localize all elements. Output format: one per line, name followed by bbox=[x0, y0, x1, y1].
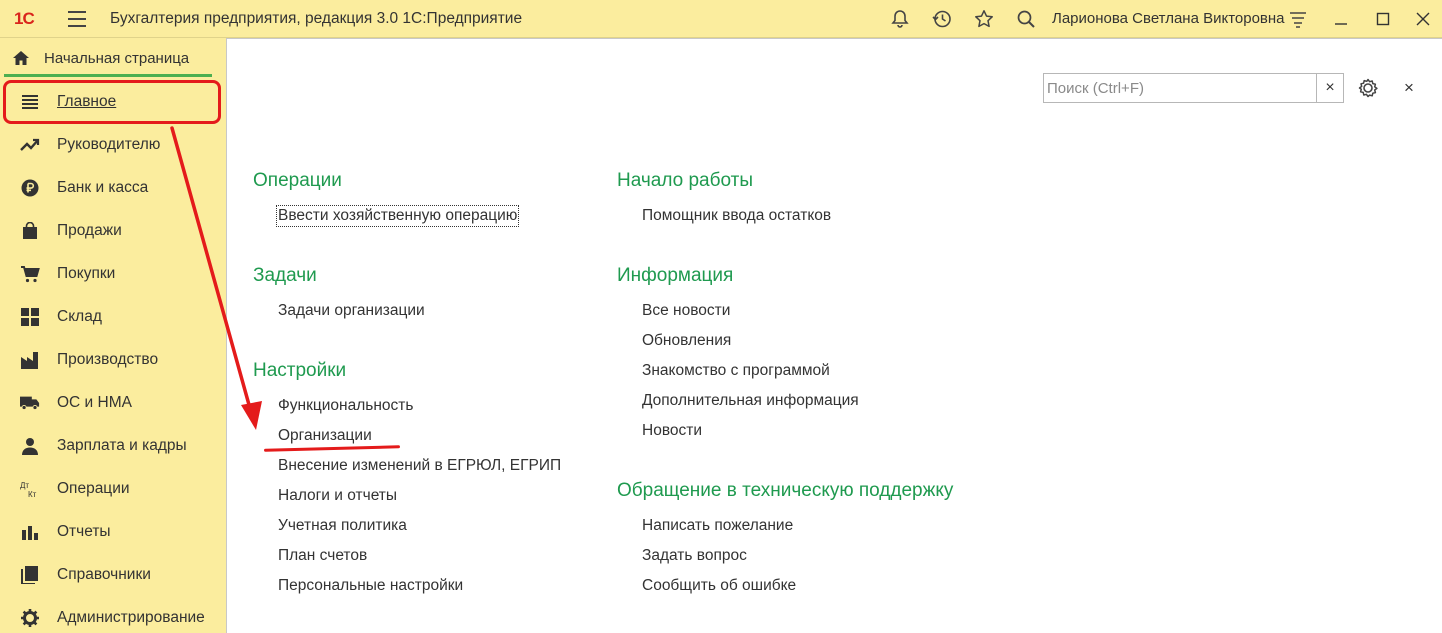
link-ask-question[interactable]: Задать вопрос bbox=[642, 547, 747, 565]
search-input[interactable] bbox=[1044, 74, 1314, 102]
sidebar: Главное Руководителю Банк и касса Продаж… bbox=[0, 80, 226, 633]
sidebar-item-manager[interactable]: Руководителю bbox=[0, 123, 226, 166]
search-field[interactable] bbox=[1043, 73, 1317, 103]
hamburger-menu-icon[interactable] bbox=[68, 11, 86, 27]
sidebar-item-label: Покупки bbox=[57, 264, 116, 282]
star-icon[interactable] bbox=[973, 8, 995, 30]
link-additional-info[interactable]: Дополнительная информация bbox=[642, 392, 859, 410]
settings-gear-icon[interactable] bbox=[1357, 77, 1379, 99]
dt-kt-icon: Дт Кт bbox=[20, 479, 40, 499]
home-tab[interactable]: Начальная страница bbox=[0, 38, 226, 78]
link-updates[interactable]: Обновления bbox=[642, 332, 731, 350]
sidebar-item-operations[interactable]: Дт Кт Операции bbox=[0, 467, 226, 510]
sidebar-item-label: Банк и касса bbox=[57, 178, 149, 196]
svg-text:Дт: Дт bbox=[20, 481, 29, 490]
app-title: Бухгалтерия предприятия, редакция 3.0 1С… bbox=[110, 10, 523, 27]
gear-icon bbox=[20, 608, 40, 628]
sidebar-item-sales[interactable]: Продажи bbox=[0, 209, 226, 252]
link-all-news[interactable]: Все новости bbox=[642, 302, 730, 320]
link-taxes-reports[interactable]: Налоги и отчеты bbox=[278, 487, 397, 505]
link-egrul-changes[interactable]: Внесение изменений в ЕГРЮЛ, ЕГРИП bbox=[278, 457, 561, 475]
sidebar-item-label: Операции bbox=[57, 479, 130, 497]
user-name[interactable]: Ларионова Светлана Викторовна bbox=[1052, 10, 1285, 27]
bell-icon[interactable] bbox=[889, 8, 911, 30]
link-enter-business-operation[interactable]: Ввести хозяйственную операцию bbox=[275, 205, 520, 227]
svg-text:Кт: Кт bbox=[28, 490, 37, 498]
link-write-suggestion[interactable]: Написать пожелание bbox=[642, 517, 793, 535]
link-news[interactable]: Новости bbox=[642, 422, 702, 440]
annotation-highlight-box bbox=[3, 80, 221, 124]
person-icon bbox=[20, 436, 40, 456]
truck-icon bbox=[20, 393, 40, 413]
active-tab-indicator bbox=[4, 74, 212, 77]
cart-icon bbox=[20, 264, 40, 284]
sidebar-item-label: Продажи bbox=[57, 221, 122, 239]
sidebar-item-administration[interactable]: Администрирование bbox=[0, 596, 226, 633]
section-title-information: Информация bbox=[617, 265, 734, 286]
section-title-tasks: Задачи bbox=[253, 265, 317, 286]
sidebar-item-label: Производство bbox=[57, 350, 159, 368]
search-clear-button[interactable]: × bbox=[1316, 73, 1344, 103]
section-title-operations: Операции bbox=[253, 170, 342, 191]
sidebar-item-label: Руководителю bbox=[57, 135, 161, 153]
sidebar-item-warehouse[interactable]: Склад bbox=[0, 295, 226, 338]
app-logo: 1С bbox=[14, 9, 35, 28]
factory-icon bbox=[20, 350, 40, 370]
books-icon bbox=[20, 565, 40, 585]
home-tab-label: Начальная страница bbox=[44, 50, 190, 67]
close-window-icon[interactable] bbox=[1411, 8, 1435, 30]
close-panel-icon[interactable]: × bbox=[1399, 77, 1419, 99]
history-icon[interactable] bbox=[931, 8, 953, 30]
sidebar-item-label: Зарплата и кадры bbox=[57, 436, 187, 454]
bar-chart-icon bbox=[20, 522, 40, 542]
sidebar-item-purchases[interactable]: Покупки bbox=[0, 252, 226, 295]
home-icon bbox=[13, 51, 29, 65]
sidebar-item-label: Склад bbox=[57, 307, 102, 325]
link-report-error[interactable]: Сообщить об ошибке bbox=[642, 577, 796, 595]
link-program-intro[interactable]: Знакомство с программой bbox=[642, 362, 830, 380]
sidebar-item-directories[interactable]: Справочники bbox=[0, 553, 226, 596]
link-organization-tasks[interactable]: Задачи организации bbox=[278, 302, 425, 320]
grid-icon bbox=[20, 307, 40, 327]
link-personal-settings[interactable]: Персональные настройки bbox=[278, 577, 463, 595]
sidebar-item-assets[interactable]: ОС и НМА bbox=[0, 381, 226, 424]
main-panel: × × Операции Ввести хозяйственную операц… bbox=[226, 38, 1442, 633]
bag-icon bbox=[20, 221, 40, 241]
section-title-settings: Настройки bbox=[253, 360, 347, 381]
sidebar-item-salary[interactable]: Зарплата и кадры bbox=[0, 424, 226, 467]
section-title-getting-started: Начало работы bbox=[617, 170, 754, 191]
sidebar-item-label: Отчеты bbox=[57, 522, 111, 540]
search-icon[interactable] bbox=[1015, 8, 1037, 30]
sidebar-item-label: ОС и НМА bbox=[57, 393, 132, 411]
sidebar-item-production[interactable]: Производство bbox=[0, 338, 226, 381]
settings-menu-icon[interactable] bbox=[1287, 8, 1309, 30]
link-accounting-policy[interactable]: Учетная политика bbox=[278, 517, 407, 535]
minimize-icon[interactable] bbox=[1329, 8, 1353, 30]
section-title-tech-support: Обращение в техническую поддержку bbox=[617, 480, 954, 501]
sidebar-item-label: Администрирование bbox=[57, 608, 205, 626]
link-organizations[interactable]: Организации bbox=[278, 427, 372, 445]
title-bar: 1С Бухгалтерия предприятия, редакция 3.0… bbox=[0, 0, 1442, 38]
ruble-icon bbox=[20, 178, 40, 198]
link-functionality[interactable]: Функциональность bbox=[278, 397, 413, 415]
link-opening-balances-assistant[interactable]: Помощник ввода остатков bbox=[642, 207, 831, 225]
trend-icon bbox=[20, 135, 40, 155]
sidebar-item-label: Справочники bbox=[57, 565, 151, 583]
maximize-icon[interactable] bbox=[1371, 8, 1395, 30]
sidebar-item-reports[interactable]: Отчеты bbox=[0, 510, 226, 553]
sidebar-item-bank[interactable]: Банк и касса bbox=[0, 166, 226, 209]
link-chart-of-accounts[interactable]: План счетов bbox=[278, 547, 367, 565]
